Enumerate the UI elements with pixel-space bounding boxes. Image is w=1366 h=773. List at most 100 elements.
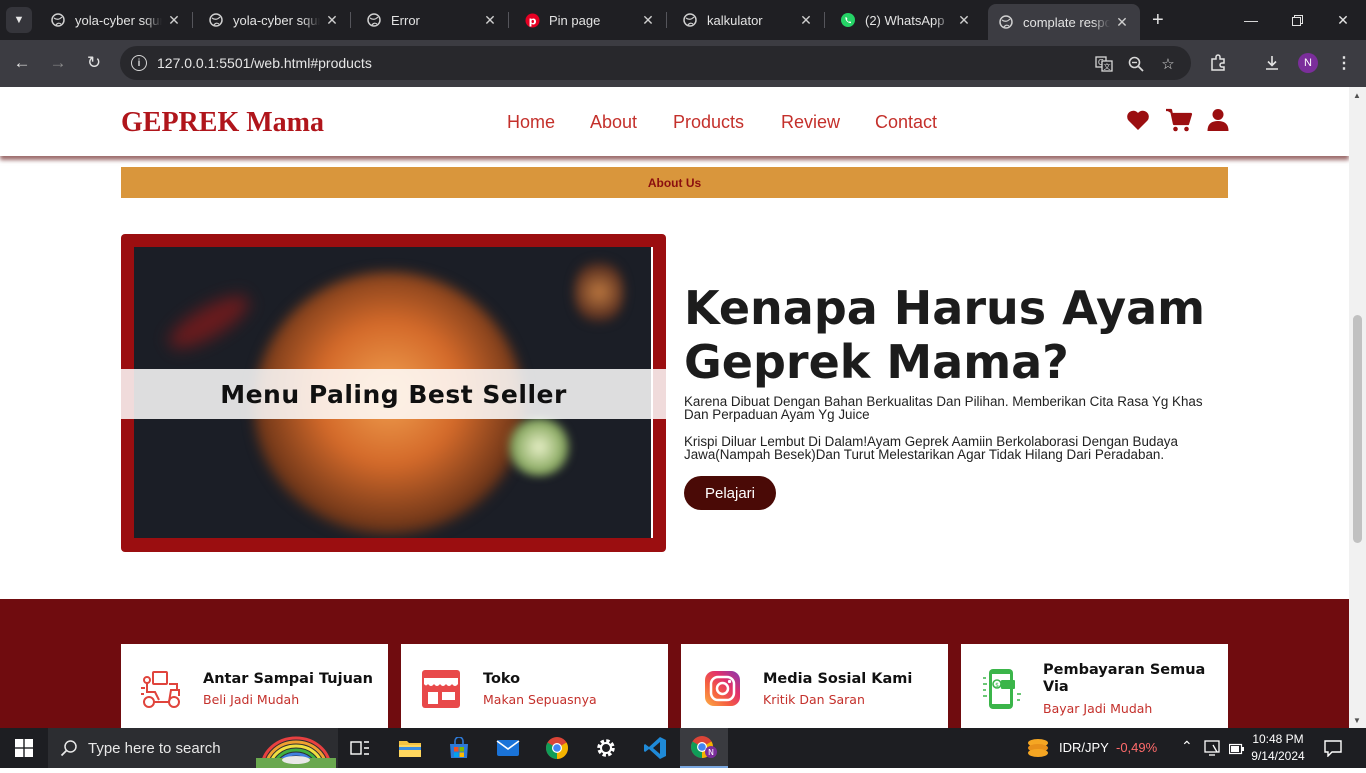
about-us-bar: About Us xyxy=(121,167,1228,198)
service-card-delivery[interactable]: Antar Sampai Tujuan Beli Jadi Mudah xyxy=(121,644,388,728)
chrome-profile-active-icon[interactable]: N xyxy=(680,728,728,768)
task-view-icon[interactable] xyxy=(336,728,384,768)
vscode-icon[interactable] xyxy=(631,728,679,768)
windows-start-icon[interactable] xyxy=(0,728,48,768)
more-menu-icon[interactable]: ⋮ xyxy=(1333,52,1355,74)
pinterest-icon: p xyxy=(524,12,540,28)
forward-arrow-icon[interactable]: → xyxy=(47,52,69,74)
download-icon[interactable] xyxy=(1261,52,1283,74)
tab-3[interactable]: Error ✕ xyxy=(356,0,509,40)
tab-search-button[interactable]: ▼ xyxy=(6,7,32,33)
tab-1[interactable]: yola-cyber squrit ✕ xyxy=(40,0,193,40)
image-blur xyxy=(504,417,574,477)
close-window-button[interactable]: ✕ xyxy=(1320,0,1366,40)
service-title: Media Sosial Kami xyxy=(763,671,913,687)
reload-icon[interactable]: ↻ xyxy=(83,52,105,74)
tab-4[interactable]: p Pin page ✕ xyxy=(514,0,667,40)
mail-icon[interactable] xyxy=(484,728,532,768)
windows-taskbar: Type here to search N IDR/JPY -0,49% ⌃ 1… xyxy=(0,728,1366,769)
system-clock[interactable]: 10:48 PM 9/14/2024 xyxy=(1245,731,1311,765)
translate-icon[interactable]: G文 xyxy=(1094,54,1114,74)
site-header: GEPREK Mama Home About Products Review C… xyxy=(0,87,1349,156)
tab-title: Pin page xyxy=(549,12,601,28)
zoom-icon[interactable] xyxy=(1126,54,1146,74)
taskbar-search-box[interactable]: Type here to search xyxy=(48,728,338,769)
battery-icon[interactable] xyxy=(1228,742,1245,760)
chrome-icon[interactable] xyxy=(533,728,581,768)
close-icon[interactable]: ✕ xyxy=(482,12,498,29)
svg-text:N: N xyxy=(708,748,714,757)
learn-more-button[interactable]: Pelajari xyxy=(684,476,776,510)
currency-pair[interactable]: IDR/JPY xyxy=(1059,740,1109,755)
nav-products[interactable]: Products xyxy=(673,112,744,133)
url-text[interactable]: 127.0.0.1:5501/web.html#products xyxy=(157,55,372,71)
site-logo[interactable]: GEPREK Mama xyxy=(121,107,324,139)
service-subtitle: Bayar Jadi Mudah xyxy=(1043,701,1153,716)
service-subtitle: Beli Jadi Mudah xyxy=(203,692,300,707)
whatsapp-icon xyxy=(840,12,856,28)
page-scrollbar[interactable]: ▲ ▼ xyxy=(1349,87,1366,728)
currency-widget-icon[interactable] xyxy=(1027,737,1049,764)
clock-date: 9/14/2024 xyxy=(1251,749,1305,763)
bookmark-star-icon[interactable]: ☆ xyxy=(1158,54,1178,74)
service-title: Toko xyxy=(483,671,521,687)
new-tab-button[interactable]: + xyxy=(1152,10,1164,30)
profile-avatar[interactable]: N xyxy=(1298,53,1318,73)
store-icon xyxy=(419,668,465,710)
service-subtitle: Makan Sepuasnya xyxy=(483,692,597,707)
search-highlight-rainbow-icon xyxy=(256,732,336,773)
browser-toolbar: ← → ↻ i 127.0.0.1:5501/web.html#products… xyxy=(0,40,1366,87)
globe-icon xyxy=(682,12,698,28)
close-icon[interactable]: ✕ xyxy=(166,12,182,29)
nav-about[interactable]: About xyxy=(590,112,637,133)
service-card-social[interactable]: Media Sosial Kami Kritik Dan Saran xyxy=(681,644,948,728)
close-icon[interactable]: ✕ xyxy=(324,12,340,29)
tab-6[interactable]: (2) WhatsApp ✕ xyxy=(830,0,982,40)
close-icon[interactable]: ✕ xyxy=(1114,14,1130,31)
currency-change[interactable]: -0,49% xyxy=(1116,740,1157,755)
globe-icon xyxy=(50,12,66,28)
service-card-store[interactable]: Toko Makan Sepuasnya xyxy=(401,644,668,728)
microsoft-store-icon[interactable] xyxy=(435,728,483,768)
scrollbar-thumb[interactable] xyxy=(1353,315,1362,543)
tab-separator xyxy=(824,12,825,28)
tab-separator xyxy=(508,12,509,28)
close-icon[interactable]: ✕ xyxy=(640,12,656,29)
tab-7-active[interactable]: complate respon ✕ xyxy=(988,4,1140,40)
scroll-down-arrow-icon[interactable]: ▼ xyxy=(1353,716,1361,725)
tab-5[interactable]: kalkulator ✕ xyxy=(672,0,825,40)
scroll-up-arrow-icon[interactable]: ▲ xyxy=(1353,91,1361,100)
notification-icon[interactable] xyxy=(1324,739,1342,762)
search-placeholder: Type here to search xyxy=(88,740,221,757)
display-icon[interactable] xyxy=(1204,740,1222,761)
service-title: Antar Sampai Tujuan xyxy=(203,671,373,687)
close-icon[interactable]: ✕ xyxy=(956,12,972,29)
cart-icon[interactable] xyxy=(1165,107,1193,133)
user-icon[interactable] xyxy=(1205,107,1231,133)
minimize-button[interactable]: — xyxy=(1228,0,1274,40)
back-arrow-icon[interactable]: ← xyxy=(11,52,33,74)
restore-button[interactable] xyxy=(1274,0,1320,40)
tab-separator xyxy=(350,12,351,28)
chevron-up-icon[interactable]: ⌃ xyxy=(1181,738,1193,755)
delivery-scooter-icon xyxy=(139,668,185,710)
tab-title: kalkulator xyxy=(707,12,763,28)
extensions-icon[interactable] xyxy=(1207,52,1229,74)
why-paragraph-2: Krispi Diluar Lembut Di Dalam!Ayam Gepre… xyxy=(684,434,1178,462)
site-info-icon[interactable]: i xyxy=(131,55,147,71)
settings-gear-icon[interactable] xyxy=(582,728,630,768)
address-bar[interactable]: i 127.0.0.1:5501/web.html#products G文 ☆ xyxy=(120,46,1191,80)
service-card-payment[interactable]: $ Pembayaran Semua Via Bayar Jadi Mudah xyxy=(961,644,1228,728)
tab-title: Error xyxy=(391,12,420,28)
close-icon[interactable]: ✕ xyxy=(798,12,814,29)
heart-icon[interactable] xyxy=(1125,107,1151,133)
nav-review[interactable]: Review xyxy=(781,112,840,133)
service-title: Pembayaran Semua Via xyxy=(1043,662,1206,695)
file-explorer-icon[interactable] xyxy=(386,728,434,768)
instagram-icon xyxy=(699,668,745,710)
image-banner-text: Menu Paling Best Seller xyxy=(121,369,666,419)
nav-home[interactable]: Home xyxy=(507,112,555,133)
tab-2[interactable]: yola-cyber squrit ✕ xyxy=(198,0,351,40)
nav-contact[interactable]: Contact xyxy=(875,112,937,133)
globe-icon xyxy=(366,12,382,28)
